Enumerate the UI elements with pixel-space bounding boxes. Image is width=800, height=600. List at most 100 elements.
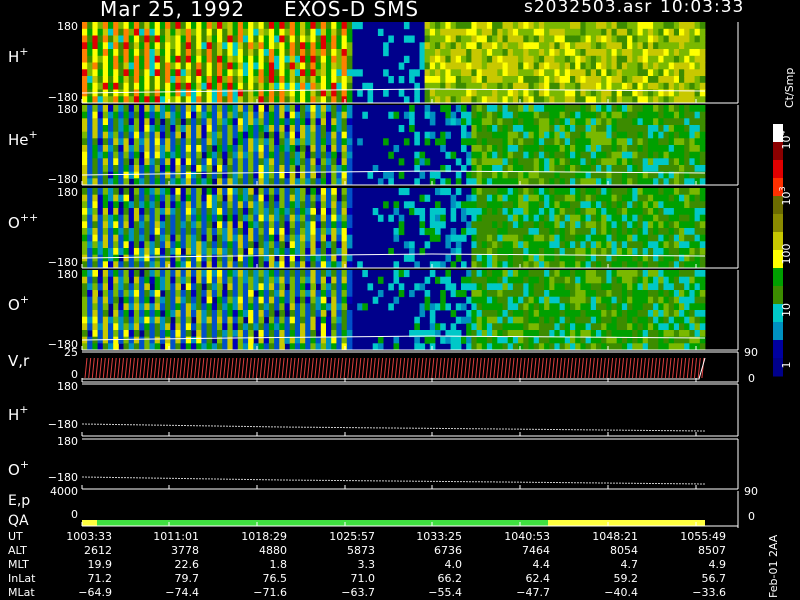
spectrogram-cell	[227, 82, 233, 90]
spectrogram-cell	[575, 55, 581, 63]
spectrogram-cell	[637, 188, 644, 196]
spectrogram-cell	[694, 323, 701, 331]
spectrogram-cell	[673, 158, 680, 166]
spectrogram-cell	[647, 248, 654, 256]
spectrogram-cell	[315, 214, 322, 222]
spectrogram-cell	[642, 138, 649, 146]
spectrogram-cell	[440, 76, 446, 84]
spectrogram-cell	[315, 69, 322, 77]
spectrogram-cell	[165, 96, 171, 104]
spectrogram-cell	[263, 42, 270, 50]
spectrogram-cell	[248, 131, 254, 139]
spectrogram-cell	[596, 201, 602, 209]
spectrogram-cell	[123, 178, 130, 186]
spectrogram-cell	[621, 28, 628, 36]
spectrogram-cell	[699, 76, 706, 84]
spectrogram-cell	[549, 62, 555, 70]
spectrogram-cell	[590, 49, 597, 57]
spectrogram-cell	[445, 55, 451, 63]
spectrogram-cell	[237, 35, 244, 43]
spectrogram-cell	[165, 138, 171, 146]
spectrogram-cell	[326, 138, 332, 146]
spectrogram-cell	[346, 138, 353, 146]
spectrogram-cell	[108, 228, 114, 236]
spectrogram-cell	[133, 316, 140, 324]
spectrogram-cell	[284, 221, 291, 229]
spectrogram-cell	[647, 316, 654, 324]
spectrogram-cell	[403, 35, 410, 43]
spectrogram-cell	[658, 111, 664, 119]
spectrogram-cell	[211, 283, 218, 291]
spectrogram-cell	[632, 22, 638, 30]
spectrogram-cell	[217, 208, 223, 216]
spectrogram-cell	[663, 214, 670, 222]
spectrogram-cell	[315, 241, 322, 249]
spectrogram-cell	[476, 241, 483, 249]
spectrogram-cell	[544, 234, 550, 242]
spectrogram-cell	[315, 343, 322, 351]
spectrogram-cell	[461, 111, 467, 119]
spectrogram-cell	[580, 118, 586, 126]
spectrogram-cell	[180, 228, 187, 236]
spectrogram-cell	[289, 131, 296, 139]
spectrogram-cell	[476, 283, 483, 291]
spectrogram-cell	[196, 221, 202, 229]
spectrogram-cell	[165, 35, 171, 43]
spectrogram-cell	[165, 290, 171, 298]
spectrogram-cell	[518, 330, 524, 338]
spectrogram-cell	[128, 55, 135, 63]
spectrogram-cell	[601, 55, 607, 63]
spectrogram-cell	[113, 89, 119, 97]
spectrogram-cell	[201, 316, 207, 324]
spectrogram-cell	[580, 254, 586, 262]
spectrogram-cell	[128, 35, 135, 43]
spectrogram-cell	[248, 248, 254, 256]
spectrogram-cell	[248, 221, 254, 229]
spectrogram-cell	[544, 76, 550, 84]
spectrogram-cell	[679, 131, 685, 139]
spectrogram-cell	[227, 55, 233, 63]
spectrogram-cell	[616, 96, 623, 104]
spectrogram-cell	[621, 22, 628, 30]
spectrogram-cell	[471, 22, 477, 30]
spectrogram-cell	[575, 76, 581, 84]
spectrogram-cell	[507, 303, 514, 311]
spectrogram-cell	[627, 221, 633, 229]
spectrogram-cell	[486, 96, 493, 104]
spectrogram-cell	[673, 234, 680, 242]
spectrogram-cell	[414, 138, 420, 146]
spectrogram-cell	[642, 201, 649, 209]
spectrogram-cell	[512, 336, 519, 344]
spectrogram-cell	[320, 336, 327, 344]
spectrogram-cell	[211, 28, 218, 36]
spectrogram-cell	[165, 131, 171, 139]
spectrogram-cell	[253, 261, 259, 269]
spectrogram-cell	[689, 276, 695, 284]
spectrogram-cell	[227, 343, 233, 351]
spectrogram-cell	[196, 323, 202, 331]
spectrogram-cell	[492, 151, 498, 159]
spectrogram-cell	[461, 22, 467, 30]
spectrogram-cell	[144, 241, 150, 249]
spectrogram-cell	[102, 22, 109, 30]
spectrogram-cell	[476, 261, 483, 269]
spectrogram-cell	[123, 118, 130, 126]
spectrogram-cell	[154, 330, 161, 338]
spectrogram-cell	[180, 22, 187, 30]
spectrogram-cell	[388, 151, 394, 159]
spectrogram-cell	[528, 343, 535, 351]
spectrogram-cell	[133, 208, 140, 216]
spectrogram-cell	[471, 336, 477, 344]
spectrogram-cell	[481, 42, 488, 50]
spectrogram-cell	[616, 234, 623, 242]
spectrogram-cell	[279, 178, 285, 186]
spectrogram-cell	[87, 221, 93, 229]
spectrogram-cell	[590, 276, 597, 284]
spectrogram-cell	[424, 42, 431, 50]
spectrogram-cell	[627, 283, 633, 291]
spectrogram-cell	[611, 214, 618, 222]
spectrogram-cell	[632, 194, 638, 202]
spectrogram-cell	[274, 125, 280, 133]
spectrogram-cell	[502, 171, 509, 179]
spectrogram-cell	[528, 171, 535, 179]
